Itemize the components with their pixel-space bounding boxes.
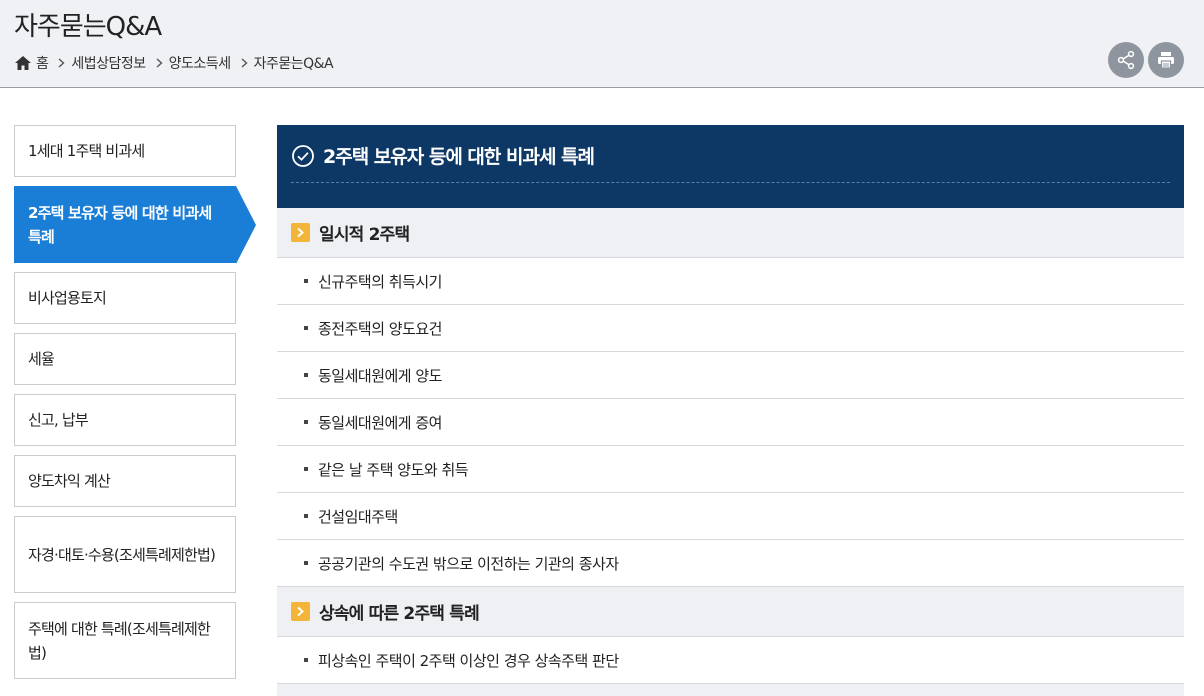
sidebar-nav: 1세대 1주택 비과세 2주택 보유자 등에 대한 비과세 특례 비사업용토지 … — [14, 125, 256, 679]
list-item-label: 공공기관의 수도권 밖으로 이전하는 기관의 종사자 — [318, 554, 619, 573]
section-header: 일시적 2주택 — [277, 208, 1184, 258]
sidebar-item-label: 신고, 납부 — [28, 411, 89, 429]
section-header — [277, 684, 1184, 696]
print-icon — [1158, 52, 1174, 69]
breadcrumb-capital-gains[interactable]: 양도소득세 — [169, 53, 231, 73]
share-button[interactable] — [1108, 42, 1144, 78]
sidebar-item-one-house-exemption[interactable]: 1세대 1주택 비과세 — [14, 125, 236, 177]
check-circle-icon — [292, 145, 314, 167]
breadcrumb-tax-info[interactable]: 세법상담정보 — [71, 53, 146, 73]
list-item-label: 동일세대원에게 증여 — [318, 413, 442, 432]
chevron-right-icon — [291, 223, 310, 242]
section-title: 일시적 2주택 — [319, 225, 410, 245]
print-button[interactable] — [1148, 42, 1184, 78]
list-item[interactable]: 동일세대원에게 양도 — [277, 352, 1184, 399]
sidebar-item-label: 세율 — [28, 350, 55, 368]
chevron-right-icon — [58, 58, 65, 68]
section-title: 상속에 따른 2주택 특례 — [319, 604, 480, 624]
bullet-icon — [304, 467, 308, 471]
sidebar-item-label: 2주택 보유자 등에 대한 비과세 특례 — [28, 203, 212, 246]
sidebar-item-gain-calculation[interactable]: 양도차익 계산 — [14, 455, 236, 507]
list-item-label: 동일세대원에게 양도 — [318, 366, 442, 385]
list-item-label: 같은 날 주택 양도와 취득 — [318, 460, 469, 479]
divider — [291, 182, 1170, 183]
sidebar-item-two-house-exemption[interactable]: 2주택 보유자 등에 대한 비과세 특례 — [14, 186, 256, 264]
page-header: 자주묻는Q&A 홈 세법상담정보 양도소득세 자주묻는Q&A — [0, 0, 1204, 88]
bullet-icon — [304, 326, 308, 330]
sidebar-item-housing-special[interactable]: 주택에 대한 특례(조세특례제한법) — [14, 602, 236, 679]
list-item-label: 피상속인 주택이 2주택 이상인 경우 상속주택 판단 — [318, 651, 619, 670]
share-icon — [1117, 50, 1135, 70]
bullet-icon — [304, 561, 308, 565]
sidebar-item-label: 자경·대토·수용(조세특례제한법) — [28, 545, 216, 564]
sidebar-item-self-farming[interactable]: 자경·대토·수용(조세특례제한법) — [14, 516, 236, 593]
list-item[interactable]: 신규주택의 취득시기 — [277, 258, 1184, 305]
list-item[interactable]: 건설임대주택 — [277, 493, 1184, 540]
sidebar-item-label: 주택에 대한 특례(조세특례제한법) — [28, 619, 211, 662]
bullet-icon — [304, 658, 308, 662]
bullet-icon — [304, 420, 308, 424]
sidebar-item-filing-payment[interactable]: 신고, 납부 — [14, 394, 236, 446]
list-item-label: 신규주택의 취득시기 — [318, 272, 442, 291]
sidebar-item-label: 비사업용토지 — [28, 289, 107, 307]
bullet-icon — [304, 279, 308, 283]
list-item[interactable]: 같은 날 주택 양도와 취득 — [277, 446, 1184, 493]
breadcrumb-home[interactable]: 홈 — [36, 53, 49, 73]
sidebar-item-label: 1세대 1주택 비과세 — [28, 142, 145, 160]
bullet-icon — [304, 514, 308, 518]
chevron-right-icon — [241, 58, 248, 68]
list-item[interactable]: 피상속인 주택이 2주택 이상인 경우 상속주택 판단 — [277, 637, 1184, 684]
content-title: 2주택 보유자 등에 대한 비과세 특례 — [323, 146, 595, 168]
qa-content: 2주택 보유자 등에 대한 비과세 특례 일시적 2주택 신규주택의 취득시기 … — [277, 125, 1184, 696]
content-header: 2주택 보유자 등에 대한 비과세 특례 — [277, 125, 1184, 208]
list-item[interactable]: 공공기관의 수도권 밖으로 이전하는 기관의 종사자 — [277, 540, 1184, 587]
home-icon[interactable] — [14, 55, 32, 71]
chevron-right-icon — [291, 602, 310, 621]
sidebar-item-tax-rate[interactable]: 세율 — [14, 333, 236, 385]
section-header: 상속에 따른 2주택 특례 — [277, 587, 1184, 637]
list-item[interactable]: 동일세대원에게 증여 — [277, 399, 1184, 446]
sidebar-item-non-business-land[interactable]: 비사업용토지 — [14, 272, 236, 324]
page-title: 자주묻는Q&A — [14, 12, 162, 42]
list-item-label: 건설임대주택 — [318, 507, 398, 526]
breadcrumb-current: 자주묻는Q&A — [253, 56, 334, 72]
breadcrumb: 홈 세법상담정보 양도소득세 자주묻는Q&A — [14, 53, 334, 73]
list-item[interactable]: 종전주택의 양도요건 — [277, 305, 1184, 352]
chevron-right-icon — [156, 58, 163, 68]
list-item-label: 종전주택의 양도요건 — [318, 319, 442, 338]
sidebar-item-label: 양도차익 계산 — [28, 472, 111, 490]
bullet-icon — [304, 373, 308, 377]
